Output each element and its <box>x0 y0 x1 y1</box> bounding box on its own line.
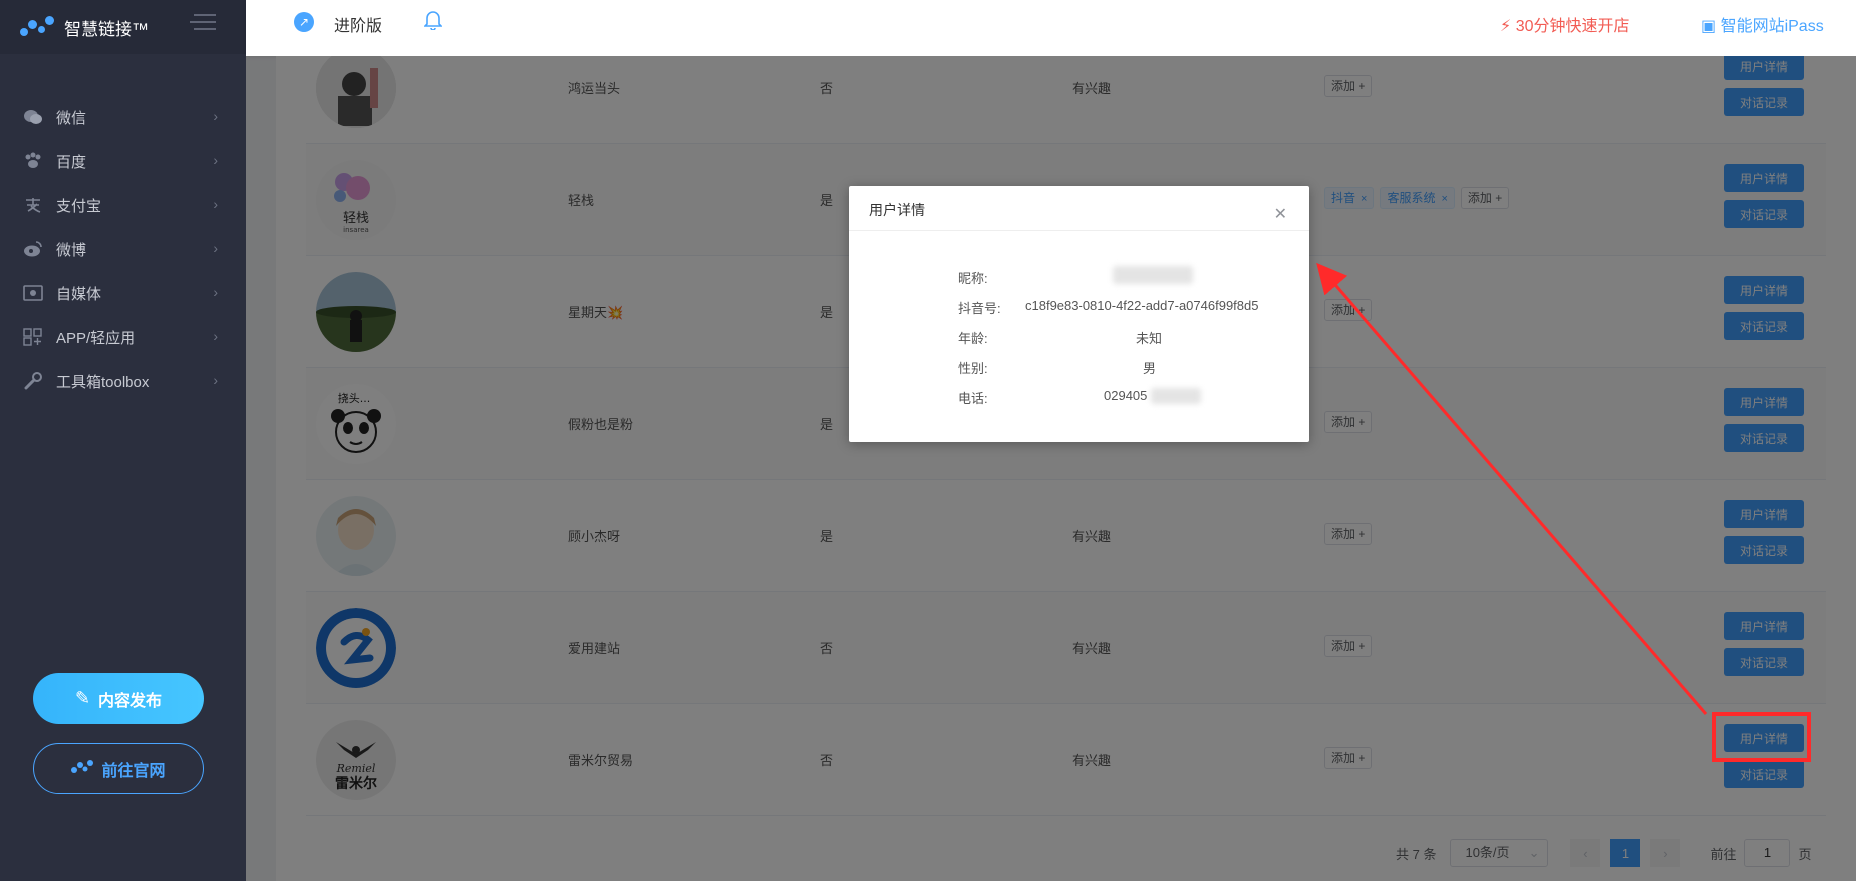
annotation-arrow <box>1316 262 1708 715</box>
